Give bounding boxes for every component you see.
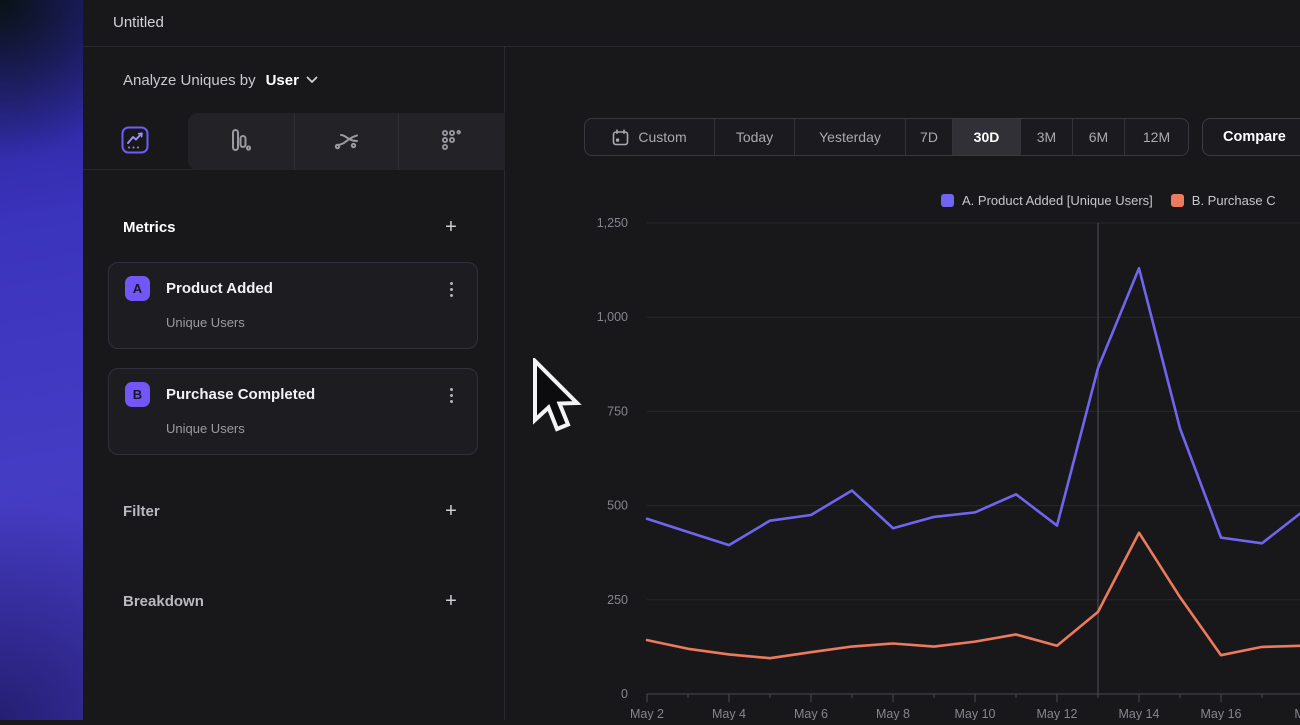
svg-text:0: 0	[621, 687, 628, 701]
svg-text:May 16: May 16	[1201, 707, 1242, 720]
analyze-by-dropdown[interactable]: User	[266, 72, 299, 89]
svg-text:1,250: 1,250	[597, 216, 628, 230]
add-metric-button[interactable]: +	[439, 215, 463, 239]
line-chart[interactable]: 0 250 500 750 1,000 1,250 May 2 May 4 May 6 May 8…	[505, 47, 1300, 720]
svg-text:250: 250	[607, 593, 628, 607]
svg-text:1,000: 1,000	[597, 310, 628, 324]
tab-bar-chart[interactable]	[220, 122, 260, 162]
breakdown-section: Breakdown +	[123, 585, 463, 617]
filter-section: Filter +	[123, 495, 463, 527]
svg-text:May 10: May 10	[955, 707, 996, 720]
metric-name: Product Added	[166, 280, 273, 297]
bar-chart-icon	[227, 127, 253, 158]
metric-card-header: B Purchase Completed	[125, 382, 315, 407]
report-title[interactable]: Untitled	[113, 14, 164, 31]
filter-title: Filter	[123, 503, 160, 520]
breakdown-title: Breakdown	[123, 593, 204, 610]
svg-text:May 12: May 12	[1037, 707, 1078, 720]
metric-measurement[interactable]: Unique Users	[166, 315, 245, 330]
tab-flows[interactable]	[327, 122, 367, 162]
metrics-title: Metrics	[123, 219, 176, 236]
brand-gradient-strip	[0, 0, 83, 720]
svg-text:May 6: May 6	[794, 707, 828, 720]
kebab-menu-icon[interactable]	[441, 278, 461, 300]
svg-text:May 4: May 4	[712, 707, 746, 720]
analyze-uniques-row: Analyze Uniques by User	[123, 47, 318, 113]
add-breakdown-button[interactable]: +	[439, 589, 463, 613]
svg-text:500: 500	[607, 499, 628, 513]
flows-icon	[333, 126, 361, 159]
tab-retention[interactable]	[432, 122, 472, 162]
svg-text:Ma: Ma	[1294, 707, 1300, 720]
tab-line-chart[interactable]	[115, 122, 155, 162]
metric-card-header: A Product Added	[125, 276, 273, 301]
svg-text:May 2: May 2	[630, 707, 664, 720]
analyze-uniques-label: Analyze Uniques by	[123, 72, 256, 89]
add-filter-button[interactable]: +	[439, 499, 463, 523]
tab-divider	[398, 113, 399, 170]
metric-card-purchase-completed[interactable]: B Purchase Completed Unique Users	[108, 368, 478, 455]
svg-text:May 8: May 8	[876, 707, 910, 720]
metrics-header: Metrics +	[123, 211, 463, 243]
query-sidebar: Analyze Uniques by User	[83, 47, 505, 720]
kebab-menu-icon[interactable]	[441, 384, 461, 406]
line-chart-icon	[121, 126, 149, 159]
chevron-down-icon[interactable]	[306, 76, 318, 84]
metric-badge-b: B	[125, 382, 150, 407]
svg-text:750: 750	[607, 404, 628, 418]
tab-divider	[294, 113, 295, 170]
metric-card-product-added[interactable]: A Product Added Unique Users	[108, 262, 478, 349]
chart-panel: CustomTodayYesterday7D30D3M6M12M Compare…	[505, 47, 1300, 720]
retention-grid-icon	[440, 128, 464, 157]
svg-text:May 14: May 14	[1119, 707, 1160, 720]
metric-badge-a: A	[125, 276, 150, 301]
top-bar: Untitled	[83, 0, 1300, 47]
metric-measurement[interactable]: Unique Users	[166, 421, 245, 436]
chart-type-tabs	[83, 113, 505, 170]
metric-name: Purchase Completed	[166, 386, 315, 403]
